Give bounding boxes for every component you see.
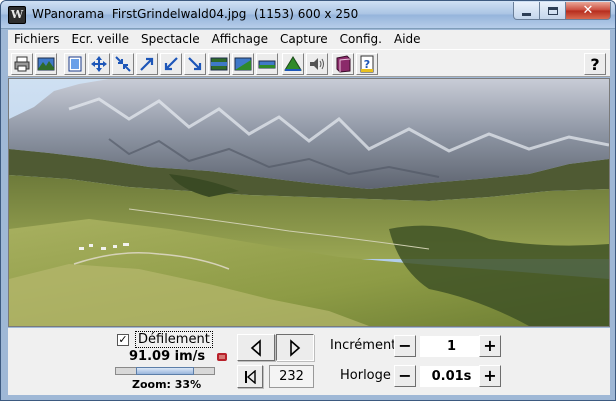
move-down-left-button[interactable] [160, 53, 182, 75]
speed-readout: 91.09 im/s [129, 349, 206, 364]
zoom-slider-thumb[interactable] [136, 367, 194, 375]
rewind-start-button[interactable] [237, 365, 263, 388]
menu-spectacle[interactable]: Spectacle [135, 30, 206, 49]
arrow-down-right-icon [188, 57, 202, 71]
minimize-button[interactable] [513, 2, 540, 20]
fullscreen-button[interactable] [88, 53, 110, 75]
menu-affichage[interactable]: Affichage [206, 30, 274, 49]
move-down-right-button[interactable] [184, 53, 206, 75]
shrink-icon [115, 56, 131, 72]
minimize-icon [522, 12, 531, 16]
panorama-gradient-button[interactable] [232, 53, 254, 75]
app-icon[interactable]: W [8, 6, 26, 24]
close-icon: ✕ [582, 3, 594, 18]
print-button[interactable] [11, 53, 33, 75]
clock-label: Horloge [340, 368, 391, 383]
panorama-strip-button[interactable] [256, 53, 278, 75]
increment-minus-button[interactable]: − [394, 335, 416, 357]
menu-ecr-veille[interactable]: Ecr. veille [65, 30, 135, 49]
triangle-right-icon [290, 338, 301, 357]
mountain-icon [284, 56, 302, 71]
zoom-label: Zoom: 33% [132, 378, 202, 391]
increment-label: Incrément [330, 338, 397, 353]
app-window: W WPanorama FirstGrindelwald04.jpg (1153… [0, 0, 616, 401]
fit-window-icon [68, 56, 82, 72]
scroll-right-button[interactable] [276, 334, 314, 361]
title-bar[interactable]: W WPanorama FirstGrindelwald04.jpg (1153… [1, 1, 615, 29]
clock-value[interactable]: 0.01s [420, 366, 483, 387]
panorama-bar-icon [210, 57, 228, 71]
clock-plus-button[interactable]: + [479, 365, 501, 387]
menu-config[interactable]: Config. [334, 30, 388, 49]
control-panel: ✓ Défilement 91.09 im/s Zoom: 33% 232 In… [8, 328, 610, 395]
close-button[interactable]: ✕ [565, 2, 611, 20]
scroll-checkbox[interactable]: ✓ [117, 334, 129, 346]
zoom-slider[interactable] [115, 367, 215, 375]
fullscreen-expand-icon [91, 56, 107, 72]
sound-button[interactable] [306, 53, 328, 75]
menu-capture[interactable]: Capture [274, 30, 334, 49]
panorama-bar-button[interactable] [208, 53, 230, 75]
fit-window-button[interactable] [64, 53, 86, 75]
panorama-image [8, 78, 610, 327]
menu-fichiers[interactable]: Fichiers [8, 30, 65, 49]
speaker-icon [310, 58, 324, 70]
scroll-checkbox-label[interactable]: Défilement [135, 331, 213, 348]
move-up-right-button[interactable] [136, 53, 158, 75]
speed-indicator-icon [217, 353, 227, 361]
book-icon [336, 55, 351, 73]
arrow-down-left-icon [164, 57, 178, 71]
print-icon [14, 56, 30, 72]
scroll-left-button[interactable] [237, 334, 275, 361]
menu-aide[interactable]: Aide [388, 30, 427, 49]
panorama-strip-icon [258, 60, 276, 69]
maximize-button[interactable] [539, 2, 566, 20]
toolbar: ? ? [8, 49, 610, 77]
help-page-button[interactable]: ? [356, 53, 378, 75]
landscape-open-icon [37, 57, 55, 71]
frame-counter: 232 [269, 365, 314, 388]
panorama-photo [9, 79, 609, 326]
window-title: WPanorama FirstGrindelwald04.jpg (1153) … [32, 7, 359, 21]
panorama-gradient-icon [234, 57, 252, 71]
skip-start-icon [245, 369, 256, 384]
triangle-left-icon [250, 338, 261, 357]
help-page-icon: ? [360, 55, 374, 73]
increment-value[interactable]: 1 [420, 336, 483, 357]
increment-plus-button[interactable]: + [479, 335, 501, 357]
book-button[interactable] [332, 53, 354, 75]
help-button[interactable]: ? [584, 53, 606, 75]
open-image-button[interactable] [35, 53, 57, 75]
mountain-button[interactable] [282, 53, 304, 75]
arrow-up-right-icon [140, 57, 154, 71]
menu-bar: Fichiers Ecr. veille Spectacle Affichage… [8, 30, 610, 49]
maximize-icon [547, 6, 558, 15]
shrink-button[interactable] [112, 53, 134, 75]
clock-minus-button[interactable]: − [394, 365, 416, 387]
